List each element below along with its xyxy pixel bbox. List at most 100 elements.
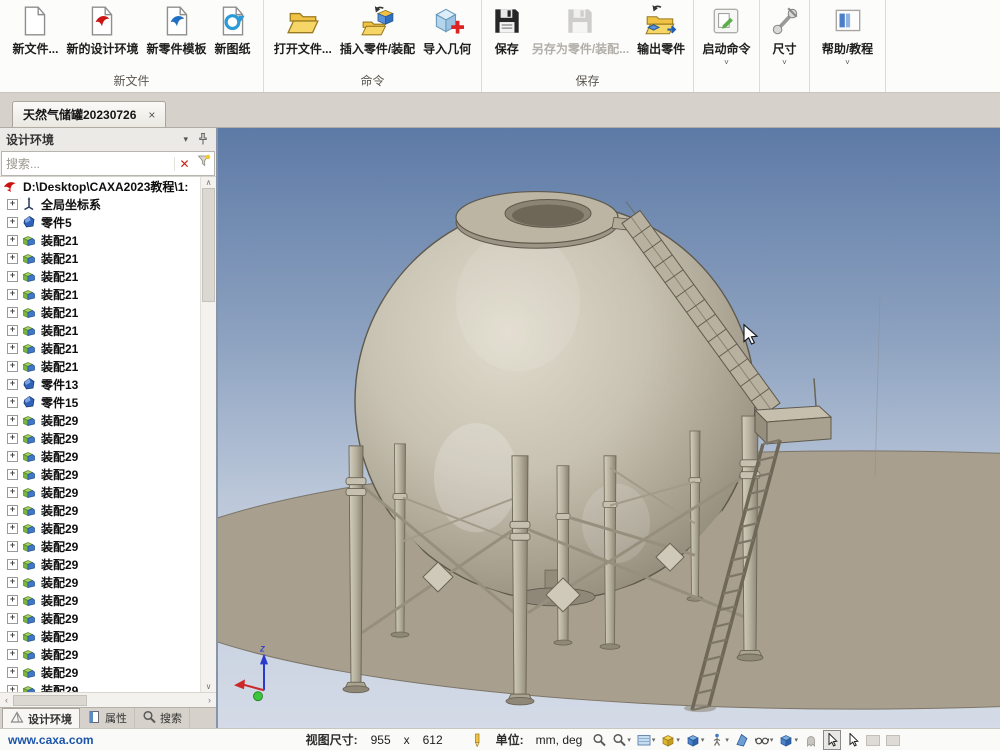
ghost-tool-icon[interactable] (803, 731, 819, 749)
tree-item-assembly-29-8[interactable]: +装配29 (0, 537, 201, 555)
expand-icon[interactable]: + (7, 541, 18, 552)
tree-item-assembly-29-10[interactable]: +装配29 (0, 573, 201, 591)
more-tools-2-icon[interactable] (885, 731, 901, 749)
tree-item-assembly-21-4[interactable]: +装配21 (0, 285, 201, 303)
tab-design-environment[interactable]: 设计环境 (2, 708, 80, 728)
scroll-down-icon[interactable]: ∨ (201, 681, 216, 692)
tree-item-assembly-29-1[interactable]: +装配29 (0, 411, 201, 429)
expand-icon[interactable]: + (7, 361, 18, 372)
expand-icon[interactable]: + (7, 325, 18, 336)
expand-icon[interactable]: + (7, 595, 18, 606)
scroll-up-icon[interactable]: ∧ (201, 177, 216, 188)
tree-item-assembly-29-11[interactable]: +装配29 (0, 591, 201, 609)
expand-icon[interactable]: + (7, 235, 18, 246)
expand-icon[interactable]: + (7, 343, 18, 354)
horizontal-scrollbar-thumb[interactable] (13, 695, 87, 706)
tree-item-assembly-29-13[interactable]: +装配29 (0, 627, 201, 645)
zoom-tool-icon[interactable] (591, 731, 607, 749)
tree-item-assembly-29-7[interactable]: +装配29 (0, 519, 201, 537)
expand-icon[interactable]: + (7, 469, 18, 480)
tree-item-global-coordinate-system[interactable]: +全局坐标系 (0, 195, 201, 213)
pin-icon[interactable] (196, 132, 210, 148)
tree-item-assembly-29-9[interactable]: +装配29 (0, 555, 201, 573)
chevron-down-icon[interactable]: ▾ (701, 736, 705, 744)
new-part-template-button[interactable]: 新零件模板 (143, 2, 211, 59)
walkthrough-tool-icon[interactable]: ▾ (709, 731, 730, 749)
projection-cube-tool-icon[interactable]: ▾ (778, 731, 799, 749)
help-tutorial-button[interactable]: 帮助/教程˅ (818, 2, 877, 68)
tree-item-assembly-21-7[interactable]: +装配21 (0, 339, 201, 357)
render-cube-tool-icon[interactable]: ▾ (685, 731, 706, 749)
import-geometry-button[interactable]: 导入几何 (419, 2, 475, 59)
pen-icon[interactable] (470, 733, 484, 747)
chevron-down-icon[interactable]: ˅ (724, 59, 729, 66)
caxa-home-link[interactable]: www.caxa.com (8, 733, 94, 747)
search-input[interactable] (2, 157, 174, 171)
select-cursor-tool-icon[interactable] (823, 730, 841, 750)
expand-icon[interactable]: + (7, 289, 18, 300)
save-button[interactable]: 保存 (486, 2, 528, 59)
expand-icon[interactable]: + (7, 199, 18, 210)
filter-icon[interactable] (194, 154, 214, 173)
tab-close-icon[interactable]: × (148, 109, 155, 121)
vertical-scrollbar-thumb[interactable] (202, 188, 215, 302)
expand-icon[interactable]: + (7, 451, 18, 462)
tree-item-assembly-21-1[interactable]: +装配21 (0, 231, 201, 249)
tree-item-assembly-29-16[interactable]: +装配29 (0, 681, 201, 692)
new-drawing-button[interactable]: 新图纸 (211, 2, 255, 59)
scroll-left-icon[interactable]: ‹ (0, 695, 13, 705)
chevron-down-icon[interactable]: ▾ (725, 736, 729, 744)
expand-icon[interactable]: + (7, 433, 18, 444)
chevron-down-icon[interactable]: ▾ (652, 736, 656, 744)
chevron-down-icon[interactable]: ▾ (770, 736, 774, 744)
expand-icon[interactable]: + (7, 253, 18, 264)
tree-item-assembly-29-5[interactable]: +装配29 (0, 483, 201, 501)
tree-item-assembly-21-8[interactable]: +装配21 (0, 357, 201, 375)
expand-icon[interactable]: + (7, 379, 18, 390)
cursor-tool-icon[interactable] (845, 731, 861, 749)
expand-icon[interactable]: + (7, 487, 18, 498)
expand-icon[interactable]: + (7, 577, 18, 588)
chevron-down-icon[interactable]: ▾ (627, 736, 631, 744)
tree-item-part-15[interactable]: +零件15 (0, 393, 201, 411)
tab-search[interactable]: 搜索 (135, 708, 190, 728)
chevron-down-icon[interactable]: ▾ (794, 736, 798, 744)
new-file-button[interactable]: 新文件... (8, 2, 62, 59)
viewport-3d[interactable]: z (218, 128, 1000, 728)
tree-item-assembly-29-12[interactable]: +装配29 (0, 609, 201, 627)
tree-item-assembly-29-2[interactable]: +装配29 (0, 429, 201, 447)
expand-icon[interactable]: + (7, 613, 18, 624)
expand-icon[interactable]: + (7, 271, 18, 282)
open-file-button[interactable]: 打开文件... (270, 2, 336, 59)
tree-item-assembly-29-14[interactable]: +装配29 (0, 645, 201, 663)
chevron-down-icon[interactable]: ˅ (782, 59, 787, 66)
insert-part-assembly-button[interactable]: 插入零件/装配 (336, 2, 419, 59)
chevron-down-icon[interactable]: ▾ (183, 134, 188, 145)
chevron-down-icon[interactable]: ˅ (845, 59, 850, 66)
view-plane-tool-icon[interactable]: ▾ (636, 731, 657, 749)
scroll-right-icon[interactable]: › (203, 695, 216, 705)
zoom-extent-tool-icon[interactable]: ▾ (611, 731, 632, 749)
dimension-button[interactable]: 尺寸˅ (764, 2, 806, 68)
tree-item-root[interactable]: D:\Desktop\CAXA2023教程\1: (0, 177, 201, 195)
expand-icon[interactable]: + (7, 649, 18, 660)
expand-icon[interactable]: + (7, 217, 18, 228)
tree-item-assembly-29-6[interactable]: +装配29 (0, 501, 201, 519)
new-design-env-button[interactable]: 新的设计环境 (62, 2, 142, 59)
chevron-down-icon[interactable]: ▾ (676, 736, 680, 744)
export-part-button[interactable]: 输出零件 (633, 2, 689, 59)
tree-horizontal-scrollbar[interactable]: ‹ › (0, 692, 216, 707)
expand-icon[interactable]: + (7, 505, 18, 516)
tree-vertical-scrollbar[interactable]: ∧ ∨ (200, 177, 216, 692)
tab-properties[interactable]: 属性 (80, 708, 135, 728)
document-tab[interactable]: 天然气储罐20230726 × (12, 101, 166, 127)
expand-icon[interactable]: + (7, 523, 18, 534)
tree-item-assembly-21-2[interactable]: +装配21 (0, 249, 201, 267)
expand-icon[interactable]: + (7, 415, 18, 426)
wedge-view-tool-icon[interactable] (734, 731, 750, 749)
more-tools-icon[interactable] (865, 731, 881, 749)
save-as-part-assembly-button[interactable]: 另存为零件/装配... (528, 2, 633, 59)
tree-item-assembly-29-15[interactable]: +装配29 (0, 663, 201, 681)
clear-search-icon[interactable]: ✕ (174, 157, 194, 171)
expand-icon[interactable]: + (7, 631, 18, 642)
